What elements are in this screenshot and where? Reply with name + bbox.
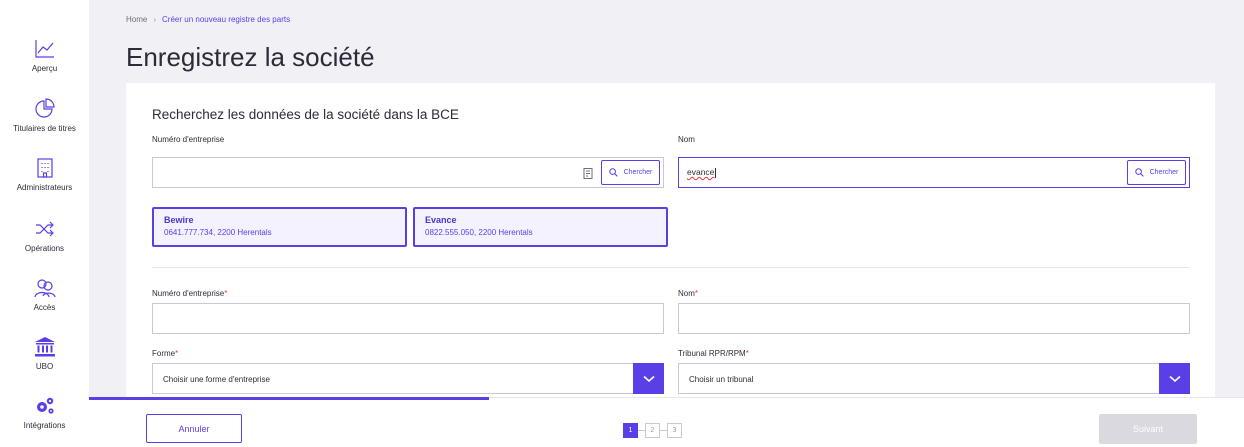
search-icon (1134, 168, 1144, 177)
result-details: 0641.777.734, 2200 Herentals (164, 228, 272, 237)
sidebar-item-label: Accès (33, 303, 56, 312)
search-name-text: evance (687, 167, 715, 177)
pie-chart-icon (34, 98, 55, 118)
sidebar: Aperçu Titulaires de titres Administrate… (0, 0, 89, 447)
step-indicator: 1 2 3 (623, 423, 682, 438)
tribunal-select-toggle[interactable] (1159, 363, 1190, 394)
users-icon (33, 279, 56, 298)
sidebar-item-apercu[interactable]: Aperçu (0, 38, 89, 73)
search-number-input[interactable]: Chercher (152, 157, 664, 188)
tribunal-label: Tribunal RPR/RPM* (678, 349, 749, 358)
sidebar-item-operations[interactable]: Opérations (0, 218, 89, 253)
building-icon (36, 158, 53, 178)
search-name-input[interactable]: evance Chercher (678, 157, 1190, 188)
required-marker: * (175, 349, 179, 358)
forme-label: Forme* (152, 349, 178, 358)
result-name: Bewire (164, 215, 194, 225)
chevron-down-icon (1168, 375, 1181, 382)
forme-label-text: Forme (152, 349, 176, 358)
search-number-label: Numéro d'entreprise (152, 135, 225, 144)
shuffle-icon (35, 221, 54, 237)
required-marker: * (224, 289, 228, 298)
breadcrumb-separator-icon: › (153, 15, 157, 24)
search-button-label: Chercher (1149, 169, 1179, 176)
step-1[interactable]: 1 (623, 423, 638, 438)
result-details: 0822.555.050, 2200 Herentals (425, 228, 533, 237)
chart-line-icon (34, 40, 54, 58)
sidebar-item-label: Titulaires de titres (13, 124, 76, 133)
name-label-text: Nom (678, 289, 695, 298)
tribunal-select-value: Choisir un tribunal (689, 375, 754, 384)
text-caret (715, 167, 717, 178)
sidebar-item-administrateurs[interactable]: Administrateurs (0, 157, 89, 192)
search-number-button[interactable]: Chercher (601, 160, 660, 185)
sidebar-item-ubo[interactable]: UBO (0, 336, 89, 371)
search-icon (608, 168, 618, 177)
sidebar-item-acces[interactable]: Accès (0, 277, 89, 312)
tribunal-label-text: Tribunal RPR/RPM (678, 349, 746, 358)
number-field[interactable] (152, 303, 664, 334)
sidebar-item-label: Administrateurs (16, 183, 73, 192)
bank-icon (34, 337, 55, 357)
result-card-bewire[interactable]: Bewire 0641.777.734, 2200 Herentals (152, 207, 407, 247)
main-content: Home › Créer un nouveau registre des parts… (89, 0, 1244, 447)
search-section-title: Recherchez les données de la société dan… (152, 107, 459, 122)
breadcrumb: Home › Créer un nouveau registre des parts (126, 15, 290, 24)
progress-bar (89, 397, 489, 400)
tribunal-select[interactable]: Choisir un tribunal (678, 363, 1190, 394)
name-label: Nom* (678, 289, 698, 298)
required-marker: * (745, 349, 749, 358)
step-connector (660, 430, 667, 431)
chevron-down-icon (642, 375, 655, 382)
page-title: Enregistrez la société (126, 42, 375, 72)
name-field[interactable] (678, 303, 1190, 334)
search-name-button[interactable]: Chercher (1127, 160, 1186, 185)
breadcrumb-current[interactable]: Créer un nouveau registre des parts (162, 15, 290, 24)
result-card-evance[interactable]: Evance 0822.555.050, 2200 Herentals (413, 207, 668, 247)
step-connector (638, 430, 645, 431)
result-name: Evance (425, 215, 457, 225)
cogs-icon (36, 397, 54, 414)
step-2[interactable]: 2 (645, 423, 660, 438)
search-name-value: evance (687, 167, 717, 178)
sidebar-item-titulaires[interactable]: Titulaires de titres (0, 98, 89, 133)
sidebar-item-label: Opérations (24, 244, 65, 253)
forme-select[interactable]: Choisir une forme d'entreprise (152, 363, 664, 394)
sidebar-item-label: Aperçu (31, 64, 58, 73)
forme-select-value: Choisir une forme d'entreprise (163, 375, 270, 384)
form-card: Recherchez les données de la société dan… (126, 83, 1215, 447)
forme-select-toggle[interactable] (633, 363, 664, 394)
search-name-label: Nom (678, 135, 695, 144)
required-marker: * (694, 289, 699, 298)
breadcrumb-home[interactable]: Home (126, 15, 147, 24)
sidebar-item-integrations[interactable]: Intégrations (0, 395, 89, 430)
wizard-footer: Annuler 1 2 3 Suivant (89, 397, 1244, 447)
divider (152, 267, 1190, 268)
search-button-label: Chercher (623, 169, 653, 176)
number-label-text: Numéro d'entreprise (152, 289, 225, 298)
number-label: Numéro d'entreprise* (152, 289, 227, 298)
step-3[interactable]: 3 (667, 423, 682, 438)
next-button[interactable]: Suivant (1099, 414, 1197, 444)
id-card-icon (583, 168, 593, 179)
sidebar-item-label: UBO (35, 362, 54, 371)
sidebar-item-label: Intégrations (23, 421, 66, 430)
cancel-button[interactable]: Annuler (146, 414, 242, 443)
